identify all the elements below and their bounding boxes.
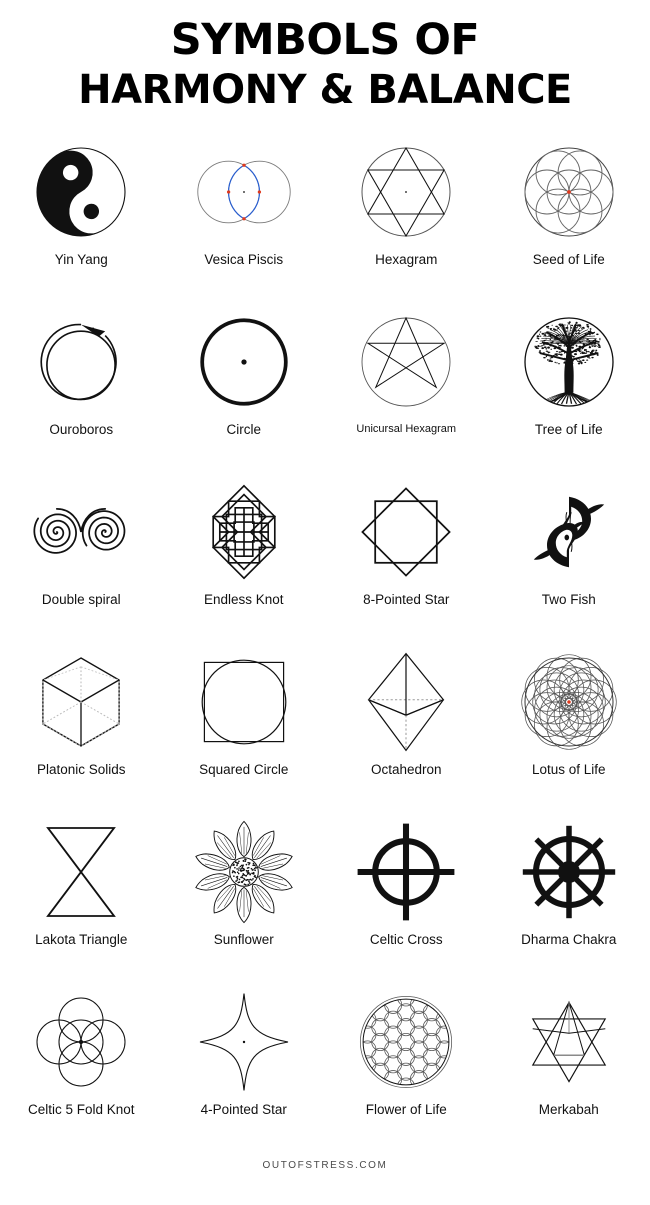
symbol-cell: Circle [163,307,326,477]
symbol-label: Merkabah [538,1102,599,1118]
symbol-label: Tree of Life [534,422,603,438]
symbol-label: Celtic 5 Fold Knot [27,1102,135,1118]
symbol-grid: Yin Yang Vesica Piscis Hexagram Seed of L… [0,137,650,1157]
title-line-1: SYMBOLS OF [170,15,480,65]
celtic-cross-icon [351,817,461,927]
symbol-label: Unicursal Hexagram [356,423,457,436]
symbol-label: Celtic Cross [369,932,443,948]
symbol-label: 4-Pointed Star [200,1102,287,1118]
symbol-cell: Merkabah [488,987,650,1157]
symbol-cell: Two Fish [488,477,650,647]
symbol-cell: Yin Yang [0,137,163,307]
symbol-label: 8-Pointed Star [363,592,450,608]
ouroboros-icon [26,307,136,417]
double-spiral-icon [26,477,136,587]
symbol-cell: Lotus of Life [488,647,650,817]
symbol-label: Flower of Life [365,1102,447,1118]
symbol-label: Yin Yang [54,252,108,268]
symbol-label: Lotus of Life [531,762,606,778]
symbol-cell: Squared Circle [163,647,326,817]
symbol-label: Sunflower [213,932,274,948]
platonic-solids-icon [26,647,136,757]
symbol-label: Ouroboros [49,422,114,438]
symbol-cell: Hexagram [325,137,488,307]
poster: SYMBOLS OF HARMONY & BALANCE Yin Yang Ve… [0,0,650,1205]
circle-icon [189,307,299,417]
symbol-label: Double spiral [41,592,121,608]
symbol-label: Seed of Life [532,252,605,268]
symbol-label: Lakota Triangle [35,932,128,948]
symbol-label: Circle [226,422,261,438]
flower-of-life-icon [351,987,461,1097]
four-pointed-star-icon [189,987,299,1097]
merkabah-icon [514,987,624,1097]
symbol-label: Platonic Solids [36,762,126,778]
symbol-cell: Sunflower [163,817,326,987]
symbol-cell: Endless Knot [163,477,326,647]
tree-of-life-icon [514,307,624,417]
sunflower-icon [189,817,299,927]
dharma-chakra-icon [514,817,624,927]
symbol-cell: Celtic 5 Fold Knot [0,987,163,1157]
footer-credit: OUTOFSTRESS.COM [262,1160,388,1171]
page-title: SYMBOLS OF HARMONY & BALANCE [0,0,650,115]
symbol-cell: Unicursal Hexagram [325,307,488,477]
symbol-cell: Platonic Solids [0,647,163,817]
symbol-cell: 8-Pointed Star [325,477,488,647]
endless-knot-icon [189,477,299,587]
seed-of-life-icon [514,137,624,247]
symbol-cell: Dharma Chakra [488,817,650,987]
symbol-cell: Ouroboros [0,307,163,477]
symbol-label: Two Fish [541,592,596,608]
symbol-label: Dharma Chakra [521,932,617,948]
symbol-cell: Lakota Triangle [0,817,163,987]
yin-yang-icon [26,137,136,247]
octahedron-icon [351,647,461,757]
symbol-cell: Tree of Life [488,307,650,477]
symbol-label: Hexagram [375,252,438,268]
lakota-triangle-icon [26,817,136,927]
symbol-label: Endless Knot [203,592,284,608]
celtic-5-fold-knot-icon [26,987,136,1097]
two-fish-icon [514,477,624,587]
symbol-cell: Flower of Life [325,987,488,1157]
symbol-cell: Octahedron [325,647,488,817]
symbol-cell: Celtic Cross [325,817,488,987]
symbol-cell: 4-Pointed Star [163,987,326,1157]
vesica-piscis-icon [189,137,299,247]
unicursal-hexagram-icon [351,307,461,417]
eight-pointed-star-icon [351,477,461,587]
symbol-label: Vesica Piscis [204,252,284,268]
symbol-cell: Vesica Piscis [163,137,326,307]
symbol-cell: Double spiral [0,477,163,647]
symbol-cell: Seed of Life [488,137,650,307]
squared-circle-icon [189,647,299,757]
title-line-2: HARMONY & BALANCE [78,67,572,114]
symbol-label: Octahedron [370,762,442,778]
lotus-of-life-icon [514,647,624,757]
hexagram-icon [351,137,461,247]
symbol-label: Squared Circle [199,762,289,778]
